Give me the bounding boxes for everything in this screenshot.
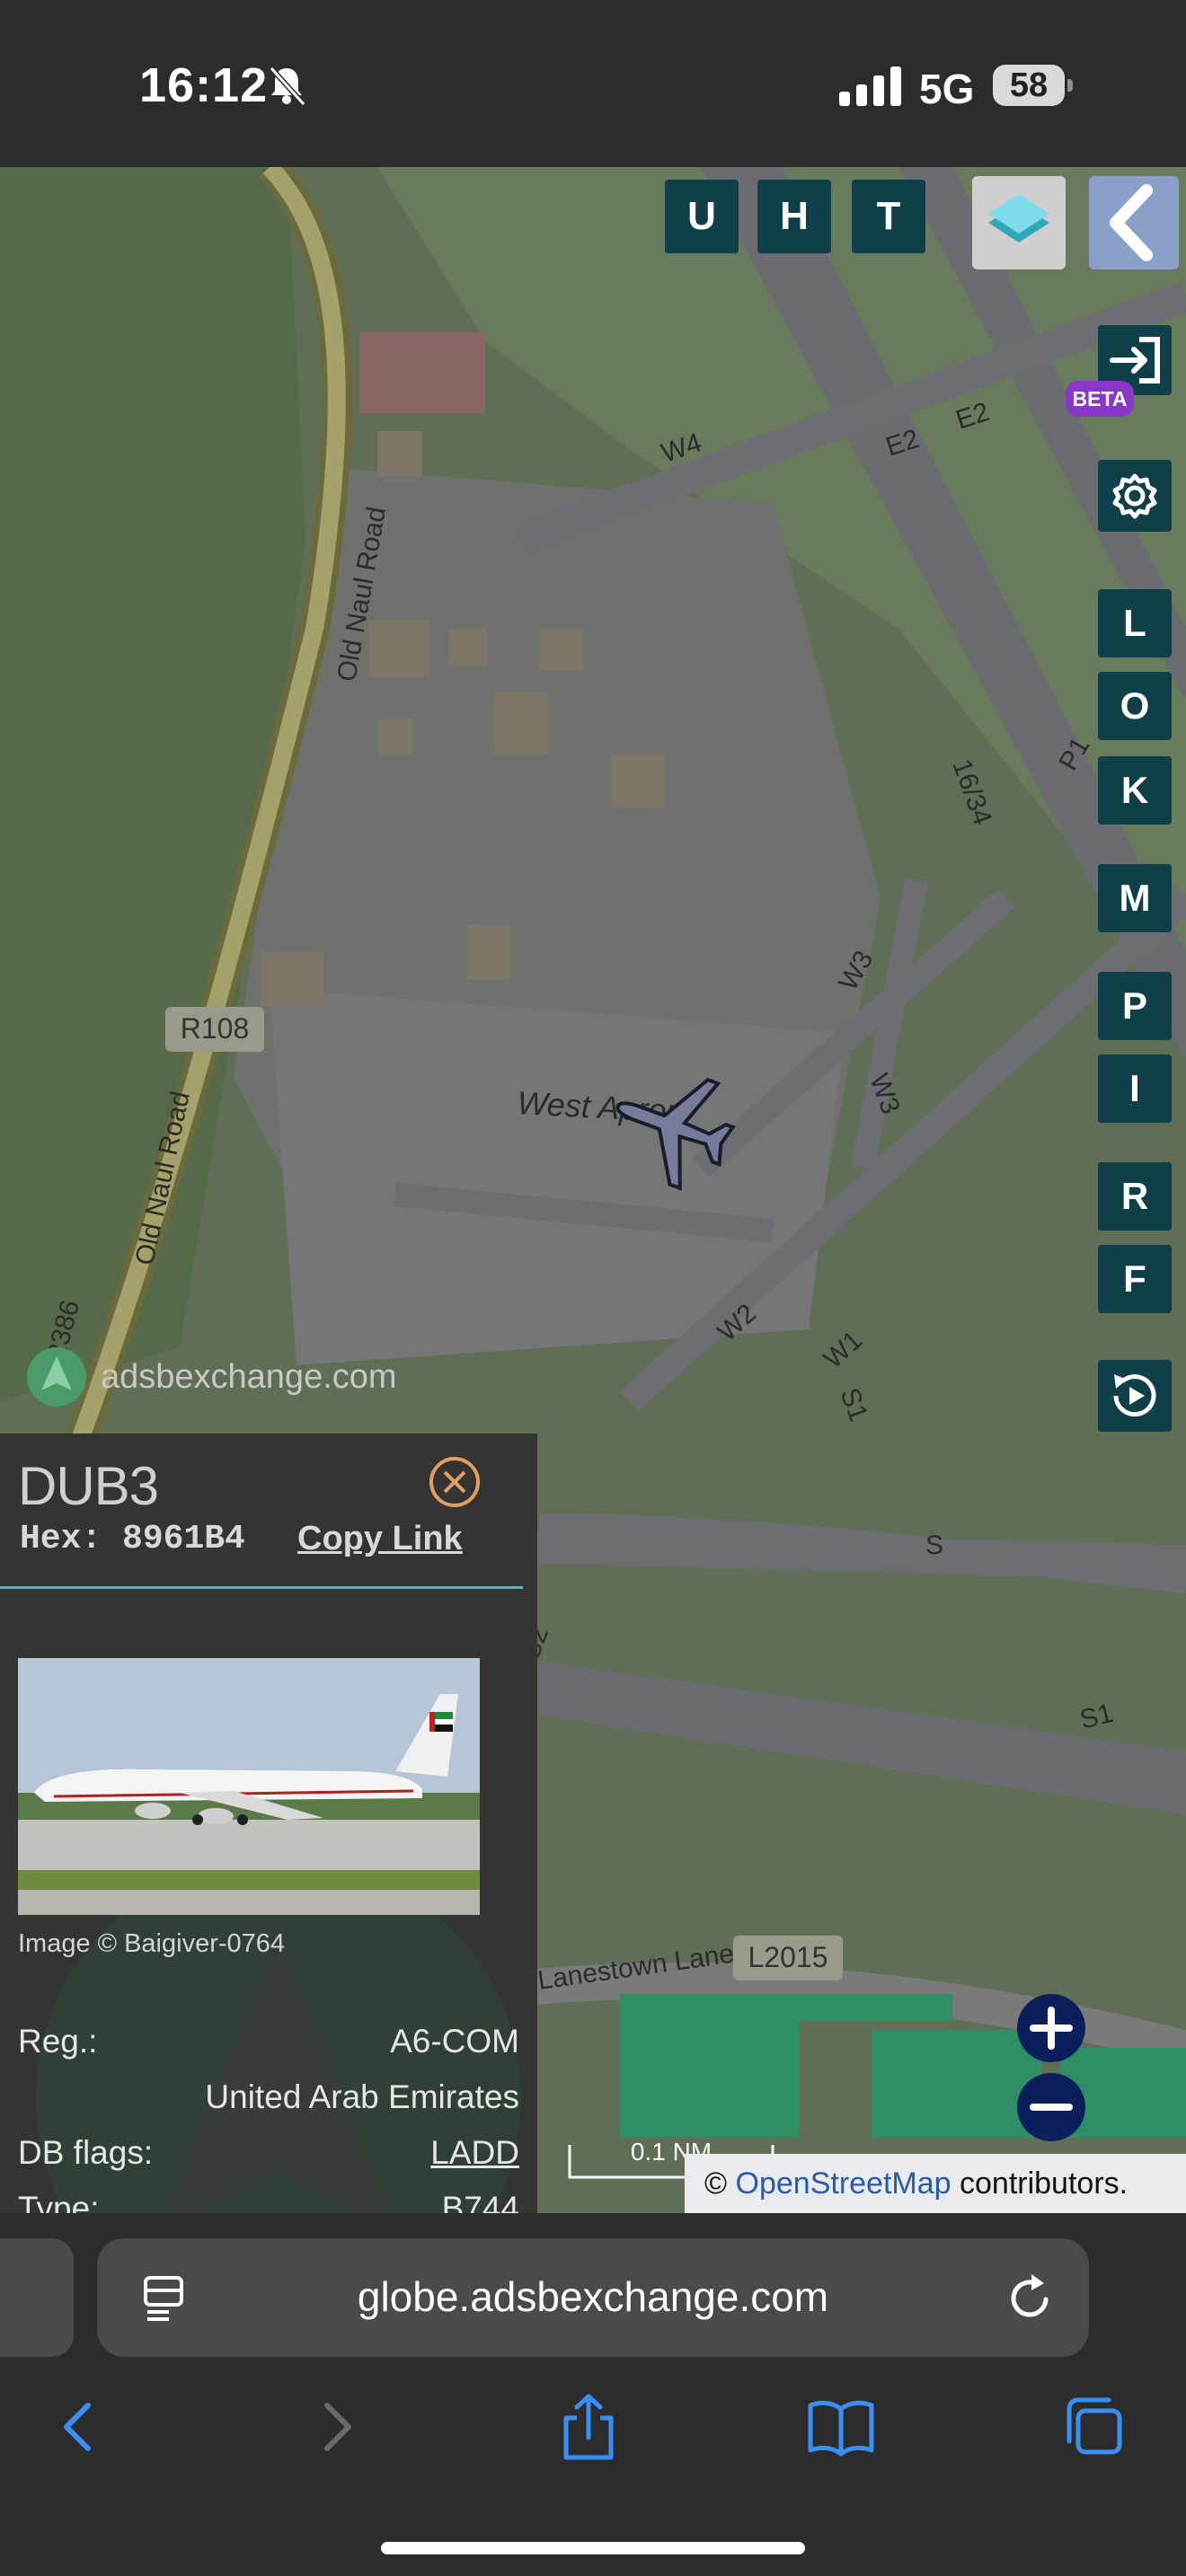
attribution-suffix: contributors.	[960, 2166, 1128, 2201]
home-indicator	[381, 2542, 805, 2554]
network-type: 5G	[919, 66, 975, 112]
bell-slash-icon	[269, 66, 306, 107]
toggle-u-button[interactable]: U	[665, 180, 739, 253]
toggle-o-button[interactable]: O	[1098, 672, 1172, 740]
back-icon[interactable]	[56, 2391, 101, 2463]
adsbexchange-logo-icon	[27, 1347, 86, 1407]
country-value: United Arab Emirates	[205, 2078, 519, 2115]
attribution-prefix: ©	[704, 2166, 728, 2201]
hex-row: Hex: 8961B4	[20, 1520, 245, 1558]
map-attribution: © OpenStreetMap contributors.	[685, 2154, 1186, 2213]
toggle-f-button[interactable]: F	[1098, 1245, 1172, 1313]
status-time: 16:12	[139, 58, 269, 112]
db-flags-link[interactable]: LADD	[430, 2134, 519, 2172]
toggle-i-button[interactable]: I	[1098, 1054, 1172, 1123]
previous-tab-preview[interactable]	[0, 2238, 74, 2357]
chevron-left-icon	[1110, 184, 1153, 261]
hex-label: Hex:	[20, 1520, 102, 1558]
toggle-m-button[interactable]: M	[1098, 864, 1172, 932]
url-text: globe.adsbexchange.com	[357, 2273, 829, 2320]
openstreetmap-link[interactable]: OpenStreetMap	[736, 2166, 951, 2201]
toggle-h-button[interactable]: H	[757, 180, 831, 253]
settings-button[interactable]	[1098, 460, 1172, 532]
type-value: B744	[441, 2190, 519, 2213]
aircraft-photo[interactable]	[18, 1658, 480, 1915]
forward-icon[interactable]	[314, 2391, 359, 2463]
toggle-t-button[interactable]: T	[852, 180, 925, 253]
db-flags-label: DB flags:	[18, 2134, 154, 2171]
share-icon[interactable]	[559, 2391, 618, 2463]
zoom-in-button[interactable]	[1017, 1994, 1085, 2062]
replay-icon	[1113, 1374, 1156, 1417]
reg-value: A6-COM	[390, 2023, 519, 2060]
reg-label: Reg.:	[18, 2023, 98, 2060]
minus-icon	[1030, 2104, 1073, 2111]
aircraft-info-panel: DUB3 Hex: 8961B4 Copy Link Image © Baigi…	[0, 1434, 537, 2213]
cellular-signal-icon	[839, 66, 901, 106]
aircraft-callsign: DUB3	[18, 1456, 159, 1516]
zoom-out-button[interactable]	[1017, 2073, 1085, 2141]
toggle-k-button[interactable]: K	[1098, 756, 1172, 825]
copy-link-button[interactable]: Copy Link	[297, 1520, 463, 1558]
svg-text:L2015: L2015	[748, 1941, 828, 1973]
toggle-l-button[interactable]: L	[1098, 589, 1172, 657]
gear-icon	[1112, 473, 1157, 519]
bookmarks-icon[interactable]	[807, 2391, 875, 2463]
layers-button[interactable]	[972, 176, 1066, 269]
replay-button[interactable]	[1098, 1360, 1172, 1432]
hex-value: 8961B4	[122, 1520, 245, 1558]
battery-level: 58	[993, 65, 1073, 106]
browser-toolbar: globe.adsbexchange.com	[0, 2213, 1186, 2576]
svg-text:R108: R108	[181, 1012, 250, 1045]
status-bar: 16:12 5G 58	[0, 0, 1186, 167]
layers-icon	[988, 194, 1049, 243]
close-icon[interactable]	[428, 1455, 482, 1509]
tabs-icon[interactable]	[1062, 2391, 1127, 2463]
svg-text:S: S	[925, 1531, 943, 1560]
panel-divider	[0, 1586, 523, 1589]
plus-icon	[1030, 2007, 1073, 2050]
type-label: Type:	[18, 2190, 100, 2213]
toggle-r-button[interactable]: R	[1098, 1162, 1172, 1231]
address-bar[interactable]: globe.adsbexchange.com	[97, 2238, 1089, 2357]
beta-badge: BETA	[1066, 381, 1134, 417]
collapse-panel-button[interactable]	[1089, 176, 1179, 269]
brand-text: adsbexchange.com	[101, 1358, 397, 1396]
reload-icon[interactable]	[1005, 2272, 1055, 2323]
toggle-p-button[interactable]: P	[1098, 972, 1172, 1040]
photo-credit: Image © Baigiver-0764	[18, 1929, 286, 1958]
